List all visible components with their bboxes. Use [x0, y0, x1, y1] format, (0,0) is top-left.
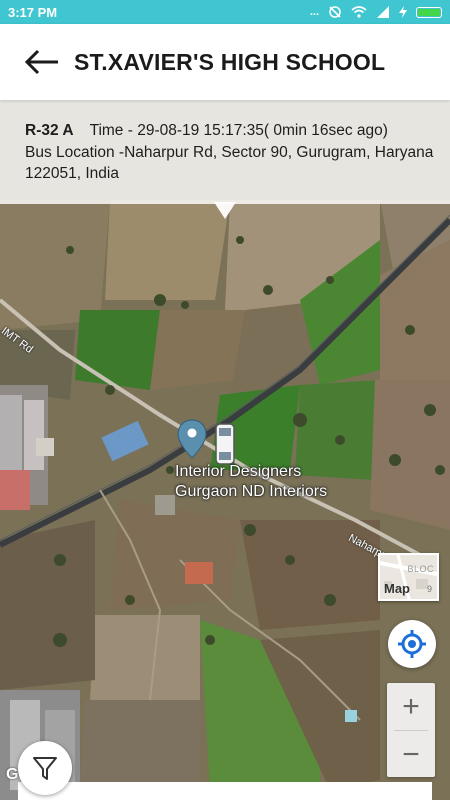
- poi-label[interactable]: Interior Designers Gurgaon ND Interiors: [175, 462, 327, 502]
- bus-location-text: Bus Location -Naharpur Rd, Sector 90, Gu…: [25, 144, 434, 182]
- arrow-back-icon: [24, 49, 58, 75]
- gps-target-icon: [398, 630, 426, 658]
- filter-button[interactable]: [18, 741, 72, 795]
- charging-icon: [399, 6, 407, 18]
- poi-line-1: Interior Designers: [175, 463, 302, 480]
- map-type-label: Map: [384, 581, 410, 596]
- panel-pointer: [214, 202, 236, 219]
- sync-off-icon: [329, 6, 341, 18]
- bus-info-panel: R-32 A Time - 29-08-19 15:17:35( 0min 16…: [0, 100, 450, 204]
- thumb-num-text: 9: [426, 584, 432, 594]
- status-bar: 3:17 PM ...: [0, 0, 450, 24]
- info-header-row: R-32 A Time - 29-08-19 15:17:35( 0min 16…: [25, 122, 436, 140]
- poi-line-2: Gurgaon ND Interiors: [175, 483, 328, 500]
- thumb-bloc-text: BLOC: [407, 564, 434, 574]
- wifi-icon: [351, 6, 367, 18]
- map-type-toggle[interactable]: BLOC 9 Map: [378, 553, 439, 601]
- dots-icon: ...: [309, 6, 319, 18]
- zoom-out-button[interactable]: −: [387, 731, 435, 778]
- timestamp: Time - 29-08-19 15:17:35( 0min 16sec ago…: [89, 122, 388, 139]
- bottom-sheet-edge: [18, 782, 432, 800]
- status-icons: ...: [310, 5, 442, 19]
- back-button[interactable]: [22, 42, 62, 82]
- battery-icon: [416, 6, 442, 18]
- signal-icon: [377, 6, 389, 18]
- zoom-control: + −: [387, 683, 435, 777]
- app-bar: ST.XAVIER'S HIGH SCHOOL: [0, 24, 450, 100]
- app-root: 3:17 PM ... ST.XAVIER'S HIGH SCHOOL IMT …: [0, 0, 450, 800]
- status-time: 3:17 PM: [8, 4, 58, 20]
- zoom-in-button[interactable]: +: [387, 683, 435, 730]
- bus-marker-icon[interactable]: [215, 423, 235, 465]
- my-location-button[interactable]: [388, 620, 436, 668]
- page-title: ST.XAVIER'S HIGH SCHOOL: [74, 48, 386, 75]
- route-label: R-32 A: [25, 122, 74, 139]
- google-attribution: G: [6, 766, 19, 783]
- filter-funnel-icon: [33, 757, 57, 780]
